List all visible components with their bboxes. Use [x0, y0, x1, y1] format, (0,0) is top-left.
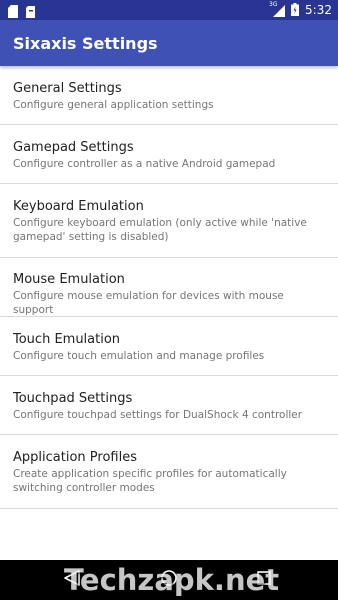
setting-summary: Configure keyboard emulation (only activ…	[13, 217, 307, 243]
setting-title: Keyboard Emulation	[13, 199, 144, 214]
recents-icon	[256, 570, 272, 590]
setting-touch-emulation[interactable]: Touch Emulation Configure touch emulatio…	[0, 317, 338, 376]
setting-title: Mouse Emulation	[13, 272, 125, 287]
settings-list: General Settings Configure general appli…	[0, 66, 338, 509]
setting-title: Gamepad Settings	[13, 140, 134, 155]
page-title: Sixaxis Settings	[13, 34, 158, 53]
recents-button[interactable]	[252, 568, 276, 592]
setting-summary: Create application specific profiles for…	[13, 468, 287, 494]
status-time: 5:32	[305, 3, 332, 17]
setting-application-profiles[interactable]: Application Profiles Create application …	[0, 435, 338, 509]
setting-keyboard-emulation[interactable]: Keyboard Emulation Configure keyboard em…	[0, 184, 338, 258]
setting-summary: Configure touch emulation and manage pro…	[13, 350, 265, 362]
setting-title: General Settings	[13, 81, 122, 96]
setting-summary: Configure touchpad settings for DualShoc…	[13, 409, 303, 421]
status-right-icons: 3G 5:32	[269, 0, 332, 20]
navigation-bar	[0, 560, 338, 600]
back-icon	[63, 569, 81, 591]
setting-general-settings[interactable]: General Settings Configure general appli…	[0, 66, 338, 125]
home-button[interactable]	[157, 568, 181, 592]
setting-touchpad-settings[interactable]: Touchpad Settings Configure touchpad set…	[0, 376, 338, 435]
setting-mouse-emulation[interactable]: Mouse Emulation Configure mouse emulatio…	[0, 258, 338, 317]
home-icon	[160, 569, 178, 591]
setting-summary: Configure general application settings	[13, 99, 214, 111]
setting-title: Touch Emulation	[13, 332, 121, 347]
battery-icon	[291, 1, 300, 20]
setting-summary: Configure mouse emulation for devices wi…	[13, 290, 284, 316]
setting-summary: Configure controller as a native Android…	[13, 158, 276, 170]
status-bar: 3G 5:32	[0, 0, 338, 20]
setting-title: Application Profiles	[13, 450, 137, 465]
setting-title: Touchpad Settings	[13, 391, 133, 406]
signal-icon: 3G	[269, 1, 286, 17]
setting-gamepad-settings[interactable]: Gamepad Settings Configure controller as…	[0, 125, 338, 184]
back-button[interactable]	[60, 568, 84, 592]
app-bar: Sixaxis Settings	[0, 20, 338, 66]
